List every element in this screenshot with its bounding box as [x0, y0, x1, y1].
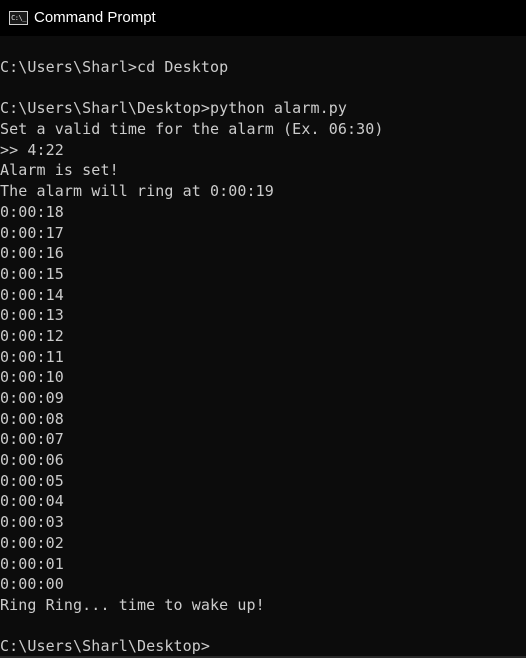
- title-bar[interactable]: C:\_ Command Prompt: [0, 0, 526, 36]
- console-line: 0:00:03: [0, 513, 64, 532]
- cmd-icon: C:\_: [9, 11, 28, 25]
- console-line: 0:00:12: [0, 326, 64, 345]
- console-line: 0:00:14: [0, 285, 64, 304]
- console-line: 0:00:08: [0, 409, 64, 428]
- console-line: C:\Users\Sharl>cd Desktop: [0, 58, 229, 76]
- console-line: The alarm will ring at 0:00:19: [0, 182, 274, 201]
- console-line: >> 4:22: [0, 140, 64, 159]
- command-prompt-window[interactable]: C:\_ Command Prompt C:\Users\Sharl>cd De…: [0, 0, 526, 658]
- console-line: C:\Users\Sharl\Desktop>python alarm.py: [0, 99, 347, 118]
- console-line: 0:00:04: [0, 492, 64, 511]
- console-line: 0:00:00: [0, 575, 64, 594]
- console-line: 0:00:17: [0, 223, 64, 242]
- console-line: 0:00:18: [0, 202, 64, 221]
- console-line: 0:00:16: [0, 244, 64, 263]
- console-line: 0:00:01: [0, 554, 64, 573]
- console-line: 0:00:06: [0, 451, 64, 470]
- console-line: 0:00:05: [0, 471, 64, 490]
- console-line: C:\Users\Sharl\Desktop>: [0, 637, 211, 656]
- console-line: 0:00:07: [0, 430, 64, 449]
- console-line: 0:00:10: [0, 368, 64, 387]
- console-line: Set a valid time for the alarm (Ex. 06:3…: [0, 120, 384, 139]
- console-line: 0:00:11: [0, 347, 64, 366]
- window-title: Command Prompt: [34, 9, 156, 26]
- console-line: Ring Ring... time to wake up!: [0, 595, 265, 614]
- console-line: 0:00:15: [0, 264, 64, 283]
- console-line: 0:00:13: [0, 306, 64, 325]
- console-line: 0:00:02: [0, 533, 64, 552]
- console-output[interactable]: C:\Users\Sharl>cd Desktop C:\Users\Sharl\…: [0, 57, 526, 657]
- console-line: 0:00:09: [0, 389, 64, 407]
- console-line: Alarm is set!: [0, 161, 119, 180]
